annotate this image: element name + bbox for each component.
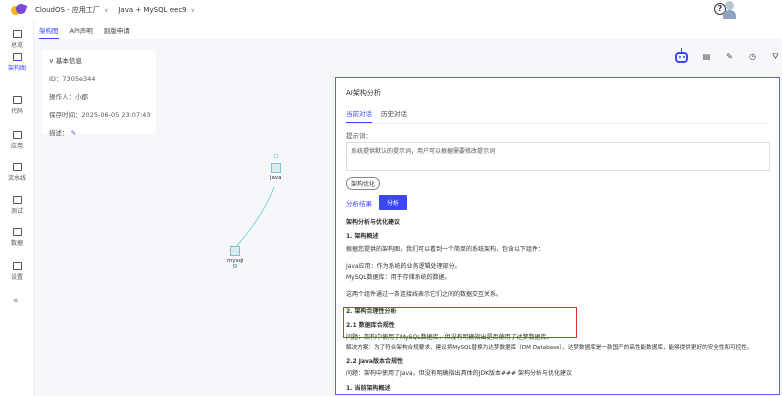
- mysql-node-icon: [230, 246, 241, 256]
- tab-current-chat[interactable]: 当前对话: [346, 108, 372, 123]
- cloudos-logo[interactable]: [9, 2, 28, 17]
- result-text: MySQL数据库：用于存储系统的数据。: [346, 274, 451, 281]
- pipeline-icon: [12, 163, 22, 171]
- test-icon: [12, 196, 22, 204]
- sidebar-item-settings[interactable]: 设置: [0, 262, 34, 281]
- optimize-button[interactable]: 架构优化: [346, 177, 381, 190]
- database-icon: [12, 228, 22, 236]
- breadcrumb: CloudOS - 应用工厂 ∨ Java + MySQL eec9 ∨: [35, 5, 205, 15]
- grid-icon: [12, 131, 22, 139]
- result-text: Java应用：作为系统的业务逻辑处理部分。: [346, 263, 461, 270]
- monitor-icon: [12, 30, 22, 38]
- sidebar-item-pipeline[interactable]: 流水线: [0, 163, 34, 182]
- result-text: 问题：架构中使用了Java，但没有明确指出具体的JDK版本### 架构分析与优化…: [346, 370, 572, 377]
- top-bar: CloudOS - 应用工厂 ∨ Java + MySQL eec9 ∨ ?: [0, 0, 782, 20]
- analyze-button[interactable]: 分析: [379, 195, 408, 210]
- result-label: 分析结果: [346, 199, 372, 208]
- result-text: 根据您提供的架构图，我们可以看到一个简单的系统架构，包含以下组件：: [346, 246, 545, 253]
- sidebar-item-data[interactable]: 数据: [0, 228, 34, 247]
- result-header: 分析结果 分析: [346, 195, 769, 210]
- panel-tabs: 当前对话 历史对话: [346, 108, 769, 124]
- gear-icon: [12, 262, 22, 270]
- prompt-label: 提示词：: [346, 132, 372, 140]
- java-node-icon: [270, 163, 281, 173]
- node-mysql-label: mysql: [227, 258, 244, 264]
- panel-title: AI架构分析: [346, 89, 381, 97]
- highlight-box: [343, 307, 577, 338]
- sidebar: 总览 架构图 代码 应用 流水线 测试 数据 设置 «: [0, 20, 34, 396]
- result-text: 这两个组件通过一条连接线表示它们之间的数据交互关系。: [346, 291, 503, 298]
- node-java-label: java: [270, 175, 282, 181]
- sidebar-item-architecture[interactable]: 架构图: [0, 53, 34, 72]
- result-text: 解决方案：为了符合架构合规要求，建议将MySQL替换为达梦数据库（DM Data…: [346, 345, 753, 351]
- breadcrumb-app[interactable]: CloudOS - 应用工厂: [35, 5, 100, 15]
- result-subsection: 2.2 Java版本合规性: [346, 358, 403, 365]
- prompt-input[interactable]: 系统提供默认的提示词，用户可以根据需要修改提示词: [346, 142, 770, 171]
- breadcrumb-project[interactable]: Java + MySQL eec9: [118, 6, 186, 14]
- node-mysql[interactable]: mysql: [227, 246, 244, 268]
- ai-analysis-panel: AI架构分析 当前对话 历史对话 提示词： 系统提供默认的提示词，用户可以根据需…: [335, 77, 780, 395]
- code-icon: [12, 96, 22, 104]
- sidebar-item-code[interactable]: 代码: [0, 96, 34, 115]
- analysis-result: 架构分析与优化建议 1. 架构概述 根据您提供的架构图，我们可以看到一个简单的系…: [346, 217, 769, 392]
- result-section: 1. 当前架构概述: [346, 385, 391, 392]
- node-java[interactable]: java: [270, 163, 282, 181]
- architecture-icon: [12, 53, 22, 61]
- sidebar-item-overview[interactable]: 总览: [0, 30, 34, 49]
- tab-history-chat[interactable]: 历史对话: [381, 108, 407, 123]
- chevron-down-icon[interactable]: ∨: [104, 7, 108, 14]
- result-section-1: 1. 架构概述: [346, 233, 379, 240]
- sidebar-item-apps[interactable]: 应用: [0, 131, 34, 150]
- result-heading: 架构分析与优化建议: [346, 219, 401, 226]
- avatar[interactable]: [723, 0, 736, 19]
- sidebar-item-test[interactable]: 测试: [0, 196, 34, 215]
- chevron-down-icon[interactable]: ∨: [191, 7, 195, 14]
- node-port[interactable]: [233, 264, 238, 268]
- collapse-sidebar-icon[interactable]: «: [13, 296, 19, 306]
